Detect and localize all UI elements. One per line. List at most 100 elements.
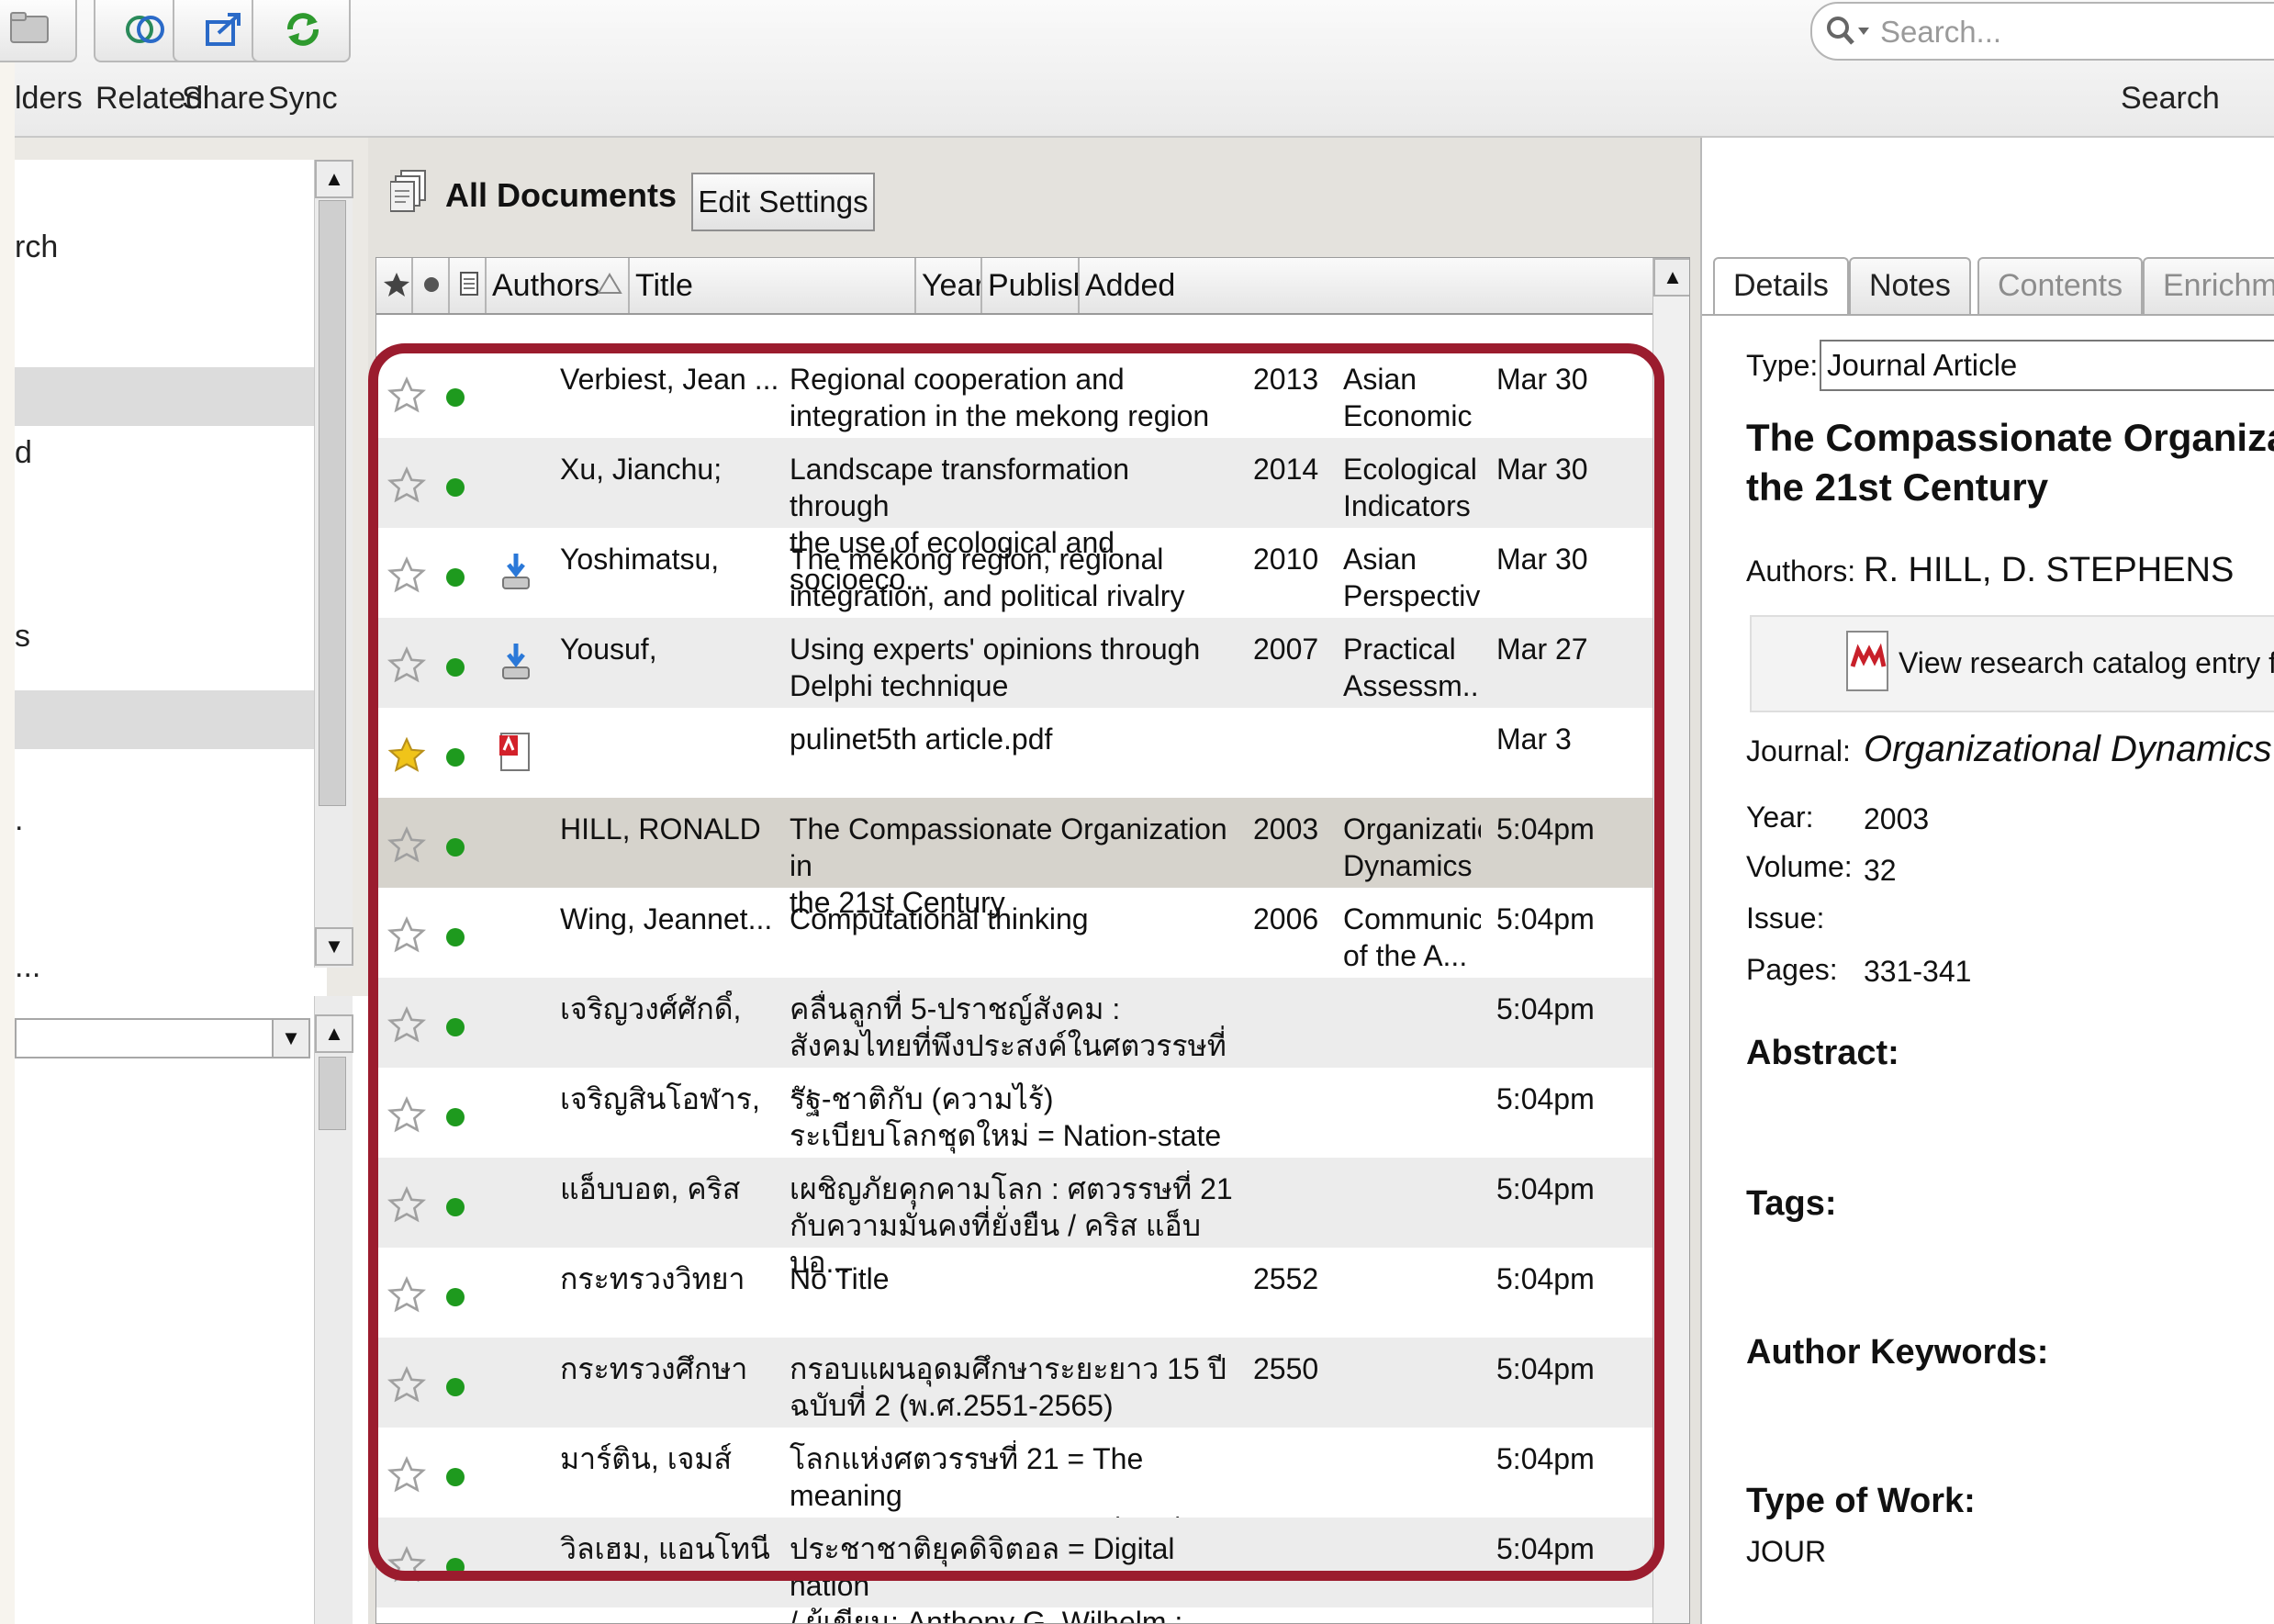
- search-icon: [1827, 17, 1869, 45]
- type-of-work-value[interactable]: JOUR: [1746, 1535, 1826, 1569]
- search-input[interactable]: Search...: [1810, 2, 2274, 61]
- collection-item[interactable]: ...: [15, 949, 40, 985]
- star-outline-icon[interactable]: [387, 1275, 426, 1314]
- read-status-dot-icon[interactable]: [446, 568, 465, 587]
- star-outline-icon[interactable]: [387, 1365, 426, 1404]
- read-status-dot-icon[interactable]: [446, 838, 465, 857]
- table-row[interactable]: Yoshimatsu, Hid...The mekong region, reg…: [376, 528, 1652, 649]
- download-icon[interactable]: [498, 552, 534, 594]
- year-value[interactable]: 2003: [1864, 802, 1929, 836]
- table-row[interactable]: แอ็บบอต, คริส เผชิญภัยคุกคามโลก : ศตวรรษท…: [376, 1158, 1652, 1279]
- tab-notes[interactable]: Notes: [1849, 257, 1971, 314]
- table-row[interactable]: กระทรวงศึกษาธิ... กรอบแผนอุดมศึกษาระยะยาว…: [376, 1338, 1652, 1428]
- read-status-dot-icon[interactable]: [446, 1198, 465, 1216]
- volume-value[interactable]: 32: [1864, 854, 1897, 888]
- column-title[interactable]: Title: [630, 258, 916, 313]
- table-row[interactable]: มาร์ติน, เจมส์ โลกแห่งศตวรรษที่ 21 = The …: [376, 1428, 1652, 1585]
- table-row[interactable]: เจริญสินโอฬาร, ...รัฐ-ชาติกับ (ความไร้) …: [376, 1068, 1652, 1189]
- column-added[interactable]: Added: [1080, 258, 1285, 313]
- table-row[interactable]: Verbiest, Jean ... Regional cooperation a…: [376, 348, 1652, 469]
- table-row[interactable]: pulinet5th article.pdf Mar 3: [376, 708, 1652, 798]
- filter-scrollbar[interactable]: ▲: [314, 996, 353, 1624]
- scroll-up-arrow-icon[interactable]: ▲: [1653, 258, 1689, 297]
- document-title[interactable]: The Compassionate Organiza the 21st Cent…: [1746, 413, 2274, 512]
- authors-value[interactable]: R. HILL, D. STEPHENS: [1864, 551, 2234, 590]
- read-status-dot-icon[interactable]: [446, 478, 465, 497]
- star-outline-icon[interactable]: [387, 1095, 426, 1134]
- authors-cell: วิลเฮม, แอนโทนี: [560, 1532, 770, 1565]
- collection-item[interactable]: s: [15, 619, 30, 655]
- star-outline-icon[interactable]: [387, 915, 426, 954]
- table-row[interactable]: กระทรวงวิทยาศ... No Title 2552 5:04pm: [376, 1248, 1652, 1338]
- star-outline-icon[interactable]: [387, 555, 426, 594]
- research-catalog-button[interactable]: View research catalog entry for: [1750, 615, 2274, 712]
- tab-details[interactable]: Details: [1713, 257, 1849, 316]
- column-year[interactable]: Year: [916, 258, 982, 313]
- tab-enrichment[interactable]: Enrichme: [2143, 257, 2274, 314]
- year-cell: 2006: [1253, 902, 1319, 935]
- scroll-thumb[interactable]: [319, 1057, 346, 1130]
- read-status-dot-icon[interactable]: [446, 1288, 465, 1306]
- read-status-dot-icon[interactable]: [446, 928, 465, 946]
- edit-settings-button[interactable]: Edit Settings: [691, 173, 875, 231]
- added-cell: 5:04pm: [1496, 902, 1595, 935]
- table-row[interactable]: Xu, Jianchu; Gr...Landscape transformati…: [376, 438, 1652, 596]
- table-row[interactable]: วิลเฮม, แอนโทนี ประชาชาติยุคดิจิตอล = Dig…: [376, 1518, 1652, 1623]
- chevron-down-icon[interactable]: ▼: [272, 1020, 308, 1057]
- star-outline-icon[interactable]: [387, 1545, 426, 1584]
- table-scrollbar[interactable]: ▲: [1652, 258, 1689, 1623]
- catalog-document-icon: [1846, 631, 1888, 691]
- journal-value[interactable]: Organizational Dynamics: [1864, 729, 2272, 770]
- table-row[interactable]: HILL, RONALD ...The Compassionate Organi…: [376, 798, 1652, 919]
- pages-value[interactable]: 331-341: [1864, 955, 1971, 989]
- collection-item-selected[interactable]: [15, 367, 327, 426]
- sync-button[interactable]: [252, 0, 351, 62]
- star-outline-icon[interactable]: [387, 375, 426, 414]
- scroll-up-arrow-icon[interactable]: ▲: [315, 160, 353, 198]
- table-row[interactable]: เจริญวงศ์ศักดิ์, เ...คลื่นลูกที่ 5-ปราชญ…: [376, 978, 1652, 1099]
- collections-scrollbar[interactable]: ▲ ▼: [314, 160, 353, 968]
- read-status-dot-icon[interactable]: [446, 1468, 465, 1486]
- star-outline-icon[interactable]: [387, 825, 426, 864]
- table-row[interactable]: Wing, Jeannet... Computational thinking 20…: [376, 888, 1652, 978]
- collection-item-highlighted[interactable]: [15, 690, 327, 749]
- read-status-dot-icon[interactable]: [446, 1018, 465, 1036]
- read-status-dot-icon[interactable]: [446, 748, 465, 767]
- scroll-down-arrow-icon[interactable]: ▼: [315, 927, 353, 966]
- scroll-up-arrow-icon[interactable]: ▲: [315, 1014, 353, 1053]
- collections-list: rch d s . ...: [15, 160, 327, 1107]
- download-icon[interactable]: [498, 642, 534, 684]
- folders-button[interactable]: [0, 0, 77, 62]
- star-outline-icon[interactable]: [387, 1185, 426, 1224]
- table-row[interactable]: Yousuf, Muham... Using experts' opinions …: [376, 618, 1652, 708]
- scroll-thumb[interactable]: [319, 200, 346, 806]
- column-read[interactable]: [413, 258, 450, 313]
- star-outline-icon[interactable]: [387, 465, 426, 504]
- star-filled-icon[interactable]: [387, 735, 426, 774]
- collection-item[interactable]: .: [15, 802, 23, 838]
- filter-dropdown[interactable]: ▼: [15, 1018, 310, 1058]
- read-status-header-icon: [424, 277, 439, 292]
- column-file[interactable]: [450, 258, 487, 313]
- pdf-icon[interactable]: [498, 732, 534, 774]
- documents-table: Authors Title Year Published Ir Added Ve…: [375, 257, 1690, 1624]
- read-status-dot-icon[interactable]: [446, 1378, 465, 1396]
- read-status-dot-icon[interactable]: [446, 1108, 465, 1126]
- tab-contents[interactable]: Contents: [1977, 257, 2144, 314]
- column-authors[interactable]: Authors: [487, 258, 630, 313]
- collection-item[interactable]: d: [15, 435, 32, 471]
- star-outline-icon[interactable]: [387, 1005, 426, 1044]
- added-cell: Mar 3: [1496, 722, 1572, 756]
- read-status-dot-icon[interactable]: [446, 388, 465, 407]
- type-label: Type:: [1746, 349, 1819, 382]
- star-outline-icon[interactable]: [387, 1455, 426, 1494]
- published-in-cell: Communicat of the A...: [1343, 902, 1481, 972]
- type-field[interactable]: Journal Article: [1820, 340, 2274, 391]
- collection-item[interactable]: rch: [15, 230, 58, 265]
- column-favorite[interactable]: [376, 258, 413, 313]
- read-status-dot-icon[interactable]: [446, 658, 465, 677]
- share-icon: [206, 13, 241, 46]
- read-status-dot-icon[interactable]: [446, 1558, 465, 1576]
- star-outline-icon[interactable]: [387, 645, 426, 684]
- column-published-in[interactable]: Published Ir: [982, 258, 1080, 313]
